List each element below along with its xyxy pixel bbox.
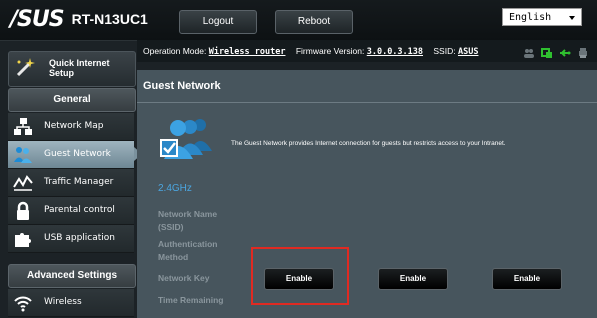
sidebar-item-network-map[interactable]: Network Map xyxy=(8,113,134,141)
traffic-manager-icon xyxy=(13,173,33,193)
sidebar-item-label: Network Map xyxy=(44,121,104,131)
advanced-settings-heading: Advanced Settings xyxy=(8,264,136,288)
wireless-icon xyxy=(13,293,33,313)
status-bar: Operation Mode: Wireless router Firmware… xyxy=(137,40,597,62)
language-select[interactable]: English xyxy=(502,8,582,26)
auth-method-label: Authentication Method xyxy=(158,239,218,262)
guest-network-icon xyxy=(13,145,33,165)
reboot-button[interactable]: Reboot xyxy=(275,10,353,34)
sidebar-item-label: Traffic Manager xyxy=(44,177,114,187)
network-name-label: Network Name (SSID) xyxy=(158,209,218,232)
status-icons xyxy=(523,43,589,59)
usb-icon[interactable] xyxy=(559,45,571,57)
sidebar-item-label: Guest Network xyxy=(44,149,111,159)
printer-icon[interactable] xyxy=(577,45,589,58)
ssid-label: SSID: xyxy=(433,46,456,56)
divider xyxy=(137,102,597,103)
highlight-box xyxy=(251,247,349,305)
sidebar-item-label: Parental control xyxy=(44,205,115,215)
sidebar-item-guest-network[interactable]: Guest Network xyxy=(8,141,142,169)
operation-mode-link[interactable]: Wireless router xyxy=(209,47,286,57)
top-bar: /SUS RT-N13UC1 Logout Reboot English xyxy=(0,0,597,41)
ssid-link[interactable]: ASUS xyxy=(458,47,478,57)
chevron-down-icon xyxy=(569,16,575,20)
brand-logo: /SUS xyxy=(10,6,65,32)
asus-logo: /SUS RT-N13UC1 xyxy=(10,6,148,32)
page-title: Guest Network xyxy=(143,80,221,92)
sidebar-item-label: USB application xyxy=(44,233,115,243)
guest-network-panel: Guest Network The Guest Network provides… xyxy=(137,70,597,318)
logout-button[interactable]: Logout xyxy=(179,10,257,34)
model-name: RT-N13UC1 xyxy=(71,11,148,27)
time-remaining-label: Time Remaining xyxy=(158,295,224,305)
firmware-label: Firmware Version: xyxy=(295,46,365,56)
sidebar-item-parental-control[interactable]: Parental control xyxy=(8,197,134,225)
enable-button-2[interactable]: Enable xyxy=(378,268,448,290)
quick-setup-label: Quick Internet Setup xyxy=(49,58,110,78)
internet-status-icon[interactable] xyxy=(541,45,553,58)
lock-icon xyxy=(13,201,33,221)
sidebar-item-wireless[interactable]: Wireless xyxy=(8,289,134,317)
clients-icon[interactable] xyxy=(523,45,535,58)
magic-wand-icon xyxy=(14,57,36,79)
band-label: 2.4GHz xyxy=(158,183,192,194)
quick-internet-setup-button[interactable]: Quick Internet Setup xyxy=(8,51,136,87)
network-key-label: Network Key xyxy=(158,273,210,283)
operation-mode-label: Operation Mode: xyxy=(143,46,207,56)
panel-description: The Guest Network provides Internet conn… xyxy=(231,140,506,147)
sidebar-item-traffic-manager[interactable]: Traffic Manager xyxy=(8,169,134,197)
enable-button-3[interactable]: Enable xyxy=(492,268,562,290)
firmware-link[interactable]: 3.0.0.3.138 xyxy=(367,47,423,57)
puzzle-icon xyxy=(13,229,33,249)
network-map-icon xyxy=(13,117,33,137)
sidebar-item-usb-application[interactable]: USB application xyxy=(8,225,134,253)
language-value: English xyxy=(509,12,552,23)
guest-users-icon xyxy=(156,115,218,163)
sidebar: Quick Internet Setup General Network Map… xyxy=(0,41,142,318)
general-heading: General xyxy=(8,88,136,112)
sidebar-item-label: Wireless xyxy=(44,297,82,307)
